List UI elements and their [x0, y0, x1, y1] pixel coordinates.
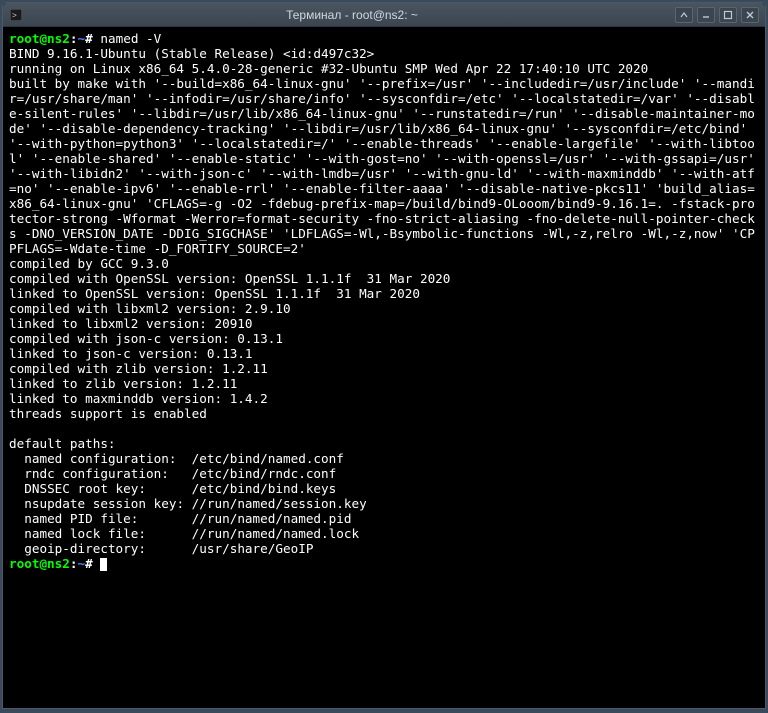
svg-text:>: >	[12, 12, 17, 21]
rollup-button[interactable]	[675, 7, 693, 23]
prompt-hash-2: #	[85, 556, 93, 571]
terminal-body[interactable]: root@ns2:~# named -V BIND 9.16.1-Ubuntu …	[3, 27, 765, 708]
command-output: BIND 9.16.1-Ubuntu (Stable Release) <id:…	[9, 46, 762, 556]
prompt-path: ~	[78, 31, 86, 46]
cursor	[100, 558, 107, 571]
terminal-icon: >	[9, 8, 23, 22]
prompt-path-2: ~	[78, 556, 86, 571]
minimize-button[interactable]	[697, 7, 715, 23]
prompt-colon-2: :	[70, 556, 78, 571]
prompt-user-host-2: root@ns2	[9, 556, 70, 571]
maximize-button[interactable]	[719, 7, 737, 23]
terminal-window: > Терминал - root@ns2: ~ root@ns2:~# nam…	[2, 2, 766, 709]
prompt-user-host: root@ns2	[9, 31, 70, 46]
prompt-colon: :	[70, 31, 78, 46]
window-title: Терминал - root@ns2: ~	[29, 8, 675, 22]
close-button[interactable]	[741, 7, 759, 23]
window-controls	[675, 7, 759, 23]
command-text: named -V	[93, 31, 162, 46]
window-titlebar[interactable]: > Терминал - root@ns2: ~	[3, 3, 765, 27]
prompt-hash: #	[85, 31, 93, 46]
